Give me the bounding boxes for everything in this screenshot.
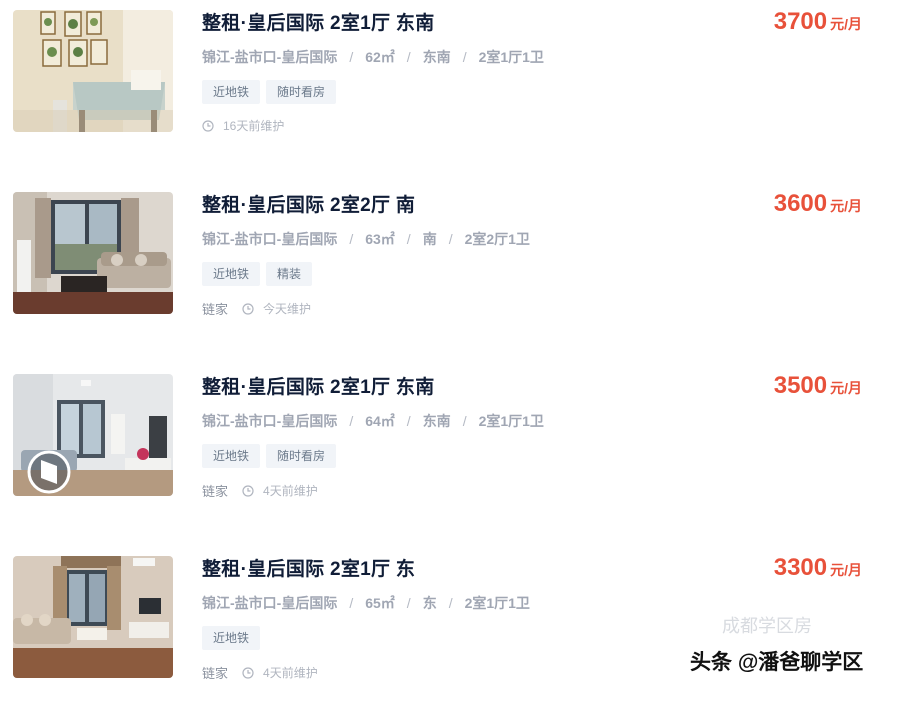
listing-card[interactable]: 整租·皇后国际 2室1厅 东南 3700 元/月 锦江-盐市口-皇后国际 / 62㎡ /… bbox=[0, 0, 898, 182]
agency-name: 链家 bbox=[202, 484, 229, 499]
living-room-sofa-photo-icon bbox=[13, 556, 173, 678]
price-value: 3700 bbox=[773, 8, 828, 35]
price-unit: 元/月 bbox=[830, 380, 862, 396]
price-value: 3500 bbox=[773, 372, 828, 399]
separator: / bbox=[462, 49, 467, 65]
layout-text: 2室1厅1卫 bbox=[478, 413, 544, 429]
location-text[interactable]: 锦江-盐市口-皇后国际 bbox=[202, 231, 337, 247]
location-text[interactable]: 锦江-盐市口-皇后国际 bbox=[202, 413, 337, 429]
listing-photo[interactable] bbox=[13, 192, 173, 314]
clock-icon bbox=[242, 484, 254, 497]
listing-title[interactable]: 整租·皇后国际 2室1厅 东 bbox=[202, 554, 415, 581]
living-room-vr-photo-icon bbox=[13, 374, 173, 496]
separator: / bbox=[406, 595, 411, 611]
location-text[interactable]: 锦江-盐市口-皇后国际 bbox=[202, 49, 337, 65]
price-value: 3600 bbox=[773, 190, 828, 217]
listing-title[interactable]: 整租·皇后国际 2室1厅 东南 bbox=[202, 372, 435, 399]
separator: / bbox=[406, 413, 411, 429]
separator: / bbox=[448, 231, 453, 247]
listing-description: 锦江-盐市口-皇后国际 / 63㎡ / 南 / 2室2厅1卫 bbox=[202, 229, 530, 249]
separator: / bbox=[406, 231, 411, 247]
maintained-time: 今天维护 bbox=[263, 302, 312, 316]
watermark: 头条 @潘爸聊学区 bbox=[690, 651, 864, 674]
area-text: 62㎡ bbox=[365, 49, 395, 65]
listing-meta: 链家 4天前维护 bbox=[202, 663, 318, 682]
maintained-time: 16天前维护 bbox=[223, 119, 285, 133]
separator: / bbox=[349, 595, 354, 611]
agency-name: 链家 bbox=[202, 666, 229, 681]
clock-icon bbox=[242, 666, 254, 679]
listing-title[interactable]: 整租·皇后国际 2室1厅 东南 bbox=[202, 8, 435, 35]
listing-tags: 近地铁 bbox=[202, 626, 266, 650]
listing-tags: 近地铁 精装 bbox=[202, 262, 318, 286]
tag: 近地铁 bbox=[202, 444, 261, 468]
orientation-text: 东 bbox=[422, 595, 437, 611]
listing-title[interactable]: 整租·皇后国际 2室2厅 南 bbox=[202, 190, 415, 217]
clock-icon bbox=[242, 302, 254, 315]
listing-price: 3300 元/月 bbox=[774, 554, 862, 582]
listing-meta: 16天前维护 bbox=[202, 117, 284, 134]
separator: / bbox=[349, 413, 354, 429]
listing-meta: 链家 4天前维护 bbox=[202, 481, 318, 500]
area-text: 63㎡ bbox=[365, 231, 395, 247]
price-unit: 元/月 bbox=[830, 198, 862, 214]
dining-room-photo-icon bbox=[13, 10, 173, 132]
separator: / bbox=[448, 595, 453, 611]
separator: / bbox=[462, 413, 467, 429]
listing-description: 锦江-盐市口-皇后国际 / 65㎡ / 东 / 2室1厅1卫 bbox=[202, 593, 530, 613]
agency-name: 链家 bbox=[202, 302, 229, 317]
layout-text: 2室1厅1卫 bbox=[478, 49, 544, 65]
layout-text: 2室1厅1卫 bbox=[464, 595, 530, 611]
maintained-time: 4天前维护 bbox=[263, 666, 318, 680]
listing-description: 锦江-盐市口-皇后国际 / 62㎡ / 东南 / 2室1厅1卫 bbox=[202, 47, 544, 67]
orientation-text: 东南 bbox=[422, 49, 451, 65]
orientation-text: 南 bbox=[422, 231, 437, 247]
listing-price: 3600 元/月 bbox=[774, 190, 862, 218]
living-room-window-photo-icon bbox=[13, 192, 173, 314]
listing-description: 锦江-盐市口-皇后国际 / 64㎡ / 东南 / 2室1厅1卫 bbox=[202, 411, 544, 431]
listing-photo[interactable] bbox=[13, 374, 173, 496]
listing-photo[interactable] bbox=[13, 10, 173, 132]
maintained-time: 4天前维护 bbox=[263, 484, 318, 498]
listing-meta: 链家 今天维护 bbox=[202, 299, 311, 318]
listing-price: 3700 元/月 bbox=[774, 8, 862, 36]
clock-icon bbox=[202, 119, 214, 132]
tag: 近地铁 bbox=[202, 262, 261, 286]
tag: 随时看房 bbox=[266, 80, 337, 104]
tag: 随时看房 bbox=[266, 444, 337, 468]
listing-card[interactable]: 整租·皇后国际 2室2厅 南 3600 元/月 锦江-盐市口-皇后国际 / 63㎡ / 南… bbox=[0, 182, 898, 364]
listing-tags: 近地铁 随时看房 bbox=[202, 80, 342, 104]
listing-card[interactable]: 整租·皇后国际 2室1厅 东南 3500 元/月 锦江-盐市口-皇后国际 / 64㎡ /… bbox=[0, 364, 898, 546]
tag: 精装 bbox=[266, 262, 313, 286]
listing-tags: 近地铁 随时看房 bbox=[202, 444, 342, 468]
listing-price: 3500 元/月 bbox=[774, 372, 862, 400]
separator: / bbox=[349, 49, 354, 65]
area-text: 65㎡ bbox=[365, 595, 395, 611]
faint-overlay-text: 成都学区房 bbox=[722, 616, 812, 636]
price-unit: 元/月 bbox=[830, 16, 862, 32]
tag: 近地铁 bbox=[202, 80, 261, 104]
location-text[interactable]: 锦江-盐市口-皇后国际 bbox=[202, 595, 337, 611]
layout-text: 2室2厅1卫 bbox=[464, 231, 530, 247]
separator: / bbox=[349, 231, 354, 247]
tag: 近地铁 bbox=[202, 626, 261, 650]
price-unit: 元/月 bbox=[830, 562, 862, 578]
listing-photo[interactable] bbox=[13, 556, 173, 678]
separator: / bbox=[406, 49, 411, 65]
area-text: 64㎡ bbox=[365, 413, 395, 429]
orientation-text: 东南 bbox=[422, 413, 451, 429]
price-value: 3300 bbox=[773, 554, 828, 581]
